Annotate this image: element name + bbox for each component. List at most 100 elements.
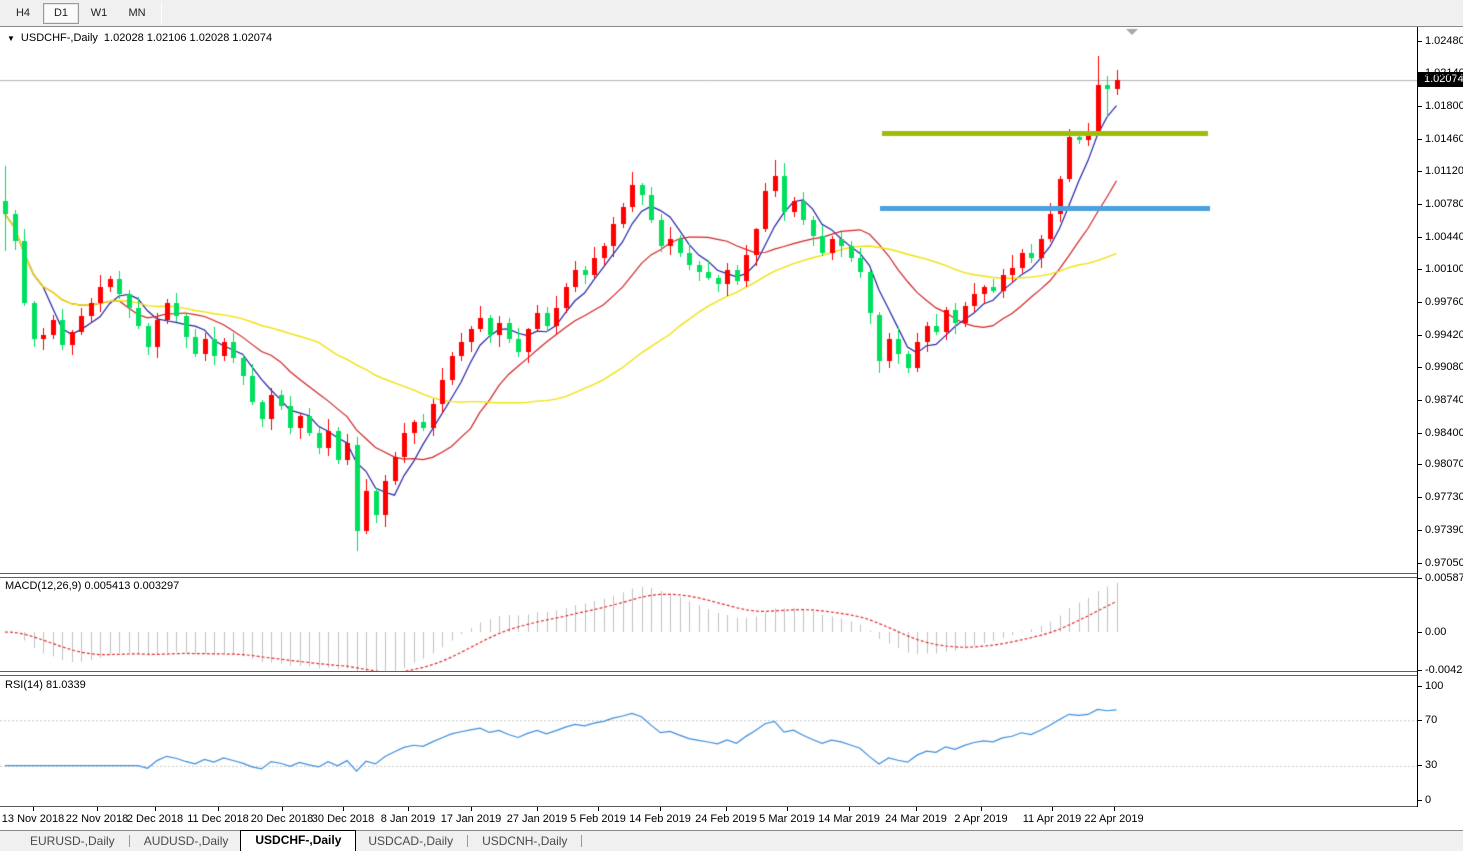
price-axis-tick bbox=[1418, 497, 1422, 498]
date-axis-label: 13 Nov 2018 bbox=[2, 813, 64, 825]
macd-axis-label: -0.004238 bbox=[1425, 664, 1463, 676]
date-axis-tick bbox=[343, 807, 344, 811]
price-axis-label: 1.01460 bbox=[1425, 133, 1463, 145]
price-axis-label: 0.98070 bbox=[1425, 458, 1463, 470]
date-axis-tick bbox=[726, 807, 727, 811]
rsi-axis-tick bbox=[1418, 800, 1422, 801]
price-axis-tick bbox=[1418, 563, 1422, 564]
price-axis[interactable]: 1.02074 1.024801.021401.018001.014601.01… bbox=[1417, 27, 1463, 807]
symbol-title: USDCHF-,Daily bbox=[21, 32, 98, 44]
date-axis-label: 5 Mar 2019 bbox=[759, 813, 815, 825]
price-axis-label: 1.01120 bbox=[1425, 165, 1463, 177]
macd-panel-canvas[interactable] bbox=[0, 578, 1417, 671]
date-axis-label: 24 Mar 2019 bbox=[885, 813, 947, 825]
price-axis-tick bbox=[1418, 73, 1422, 74]
price-axis-tick bbox=[1418, 335, 1422, 336]
date-axis-tick bbox=[787, 807, 788, 811]
date-axis-label: 27 Jan 2019 bbox=[507, 813, 568, 825]
price-axis-tick bbox=[1418, 464, 1422, 465]
price-axis-tick bbox=[1418, 139, 1422, 140]
rsi-axis-tick bbox=[1418, 765, 1422, 766]
chart-window-tabbar: EURUSD-,DailyAUDUSD-,DailyUSDCHF-,DailyU… bbox=[0, 830, 1463, 851]
date-axis-label: 11 Dec 2018 bbox=[187, 813, 249, 825]
date-axis-tick bbox=[1052, 807, 1053, 811]
date-axis-tick bbox=[598, 807, 599, 811]
window-tab-usdcnh[interactable]: USDCNH-,Daily bbox=[470, 832, 579, 851]
chevron-down-icon[interactable]: ▼ bbox=[7, 34, 15, 43]
price-axis-label: 0.98740 bbox=[1425, 394, 1463, 406]
date-axis-tick bbox=[155, 807, 156, 811]
timeframe-button-w1[interactable]: W1 bbox=[81, 3, 117, 24]
date-axis-tick bbox=[408, 807, 409, 811]
price-axis-label: 0.97390 bbox=[1425, 524, 1463, 536]
date-axis-label: 30 Dec 2018 bbox=[312, 813, 374, 825]
price-axis-label: 1.02140 bbox=[1425, 67, 1463, 79]
macd-axis-tick bbox=[1418, 632, 1422, 633]
price-axis-tick bbox=[1418, 106, 1422, 107]
price-axis-label: 1.02480 bbox=[1425, 35, 1463, 47]
price-axis-label: 0.99420 bbox=[1425, 329, 1463, 341]
mt4-chart-window: H4D1W1MN ▼ USDCHF-,Daily 1.02028 1.02106… bbox=[0, 0, 1463, 851]
date-axis-tick bbox=[660, 807, 661, 811]
tab-separator bbox=[129, 835, 130, 847]
price-axis-tick bbox=[1418, 171, 1422, 172]
macd-axis-tick bbox=[1418, 578, 1422, 579]
tab-separator bbox=[581, 835, 582, 847]
date-axis-tick bbox=[981, 807, 982, 811]
date-axis-label: 8 Jan 2019 bbox=[381, 813, 435, 825]
date-axis-tick bbox=[97, 807, 98, 811]
window-tab-eurusd[interactable]: EURUSD-,Daily bbox=[18, 832, 127, 851]
date-axis-label: 22 Nov 2018 bbox=[66, 813, 128, 825]
window-tab-usdcad[interactable]: USDCAD-,Daily bbox=[356, 832, 465, 851]
rsi-axis-label: 70 bbox=[1425, 714, 1437, 726]
price-axis-tick bbox=[1418, 302, 1422, 303]
window-tab-usdchf[interactable]: USDCHF-,Daily bbox=[240, 830, 356, 851]
chart-header: ▼ USDCHF-,Daily 1.02028 1.02106 1.02028 … bbox=[7, 32, 272, 44]
rsi-axis-label: 30 bbox=[1425, 759, 1437, 771]
price-axis-label: 0.99760 bbox=[1425, 296, 1463, 308]
price-axis-tick bbox=[1418, 204, 1422, 205]
price-axis-label: 0.97050 bbox=[1425, 557, 1463, 569]
date-axis[interactable]: 13 Nov 201822 Nov 20182 Dec 201811 Dec 2… bbox=[0, 807, 1463, 829]
date-axis-tick bbox=[1114, 807, 1115, 811]
date-axis-tick bbox=[33, 807, 34, 811]
date-axis-label: 22 Apr 2019 bbox=[1084, 813, 1143, 825]
date-axis-label: 11 Apr 2019 bbox=[1023, 813, 1082, 825]
price-axis-tick bbox=[1418, 269, 1422, 270]
timeframe-button-d1[interactable]: D1 bbox=[43, 3, 79, 24]
price-axis-tick bbox=[1418, 237, 1422, 238]
date-axis-label: 20 Dec 2018 bbox=[251, 813, 313, 825]
macd-axis-label: 0.00 bbox=[1425, 626, 1446, 638]
timeframe-button-h4[interactable]: H4 bbox=[5, 3, 41, 24]
tab-separator bbox=[467, 835, 468, 847]
price-axis-label: 0.99080 bbox=[1425, 361, 1463, 373]
date-axis-label: 14 Feb 2019 bbox=[629, 813, 691, 825]
rsi-panel-canvas[interactable] bbox=[0, 676, 1417, 806]
date-axis-label: 17 Jan 2019 bbox=[441, 813, 502, 825]
timeframe-toolbar: H4D1W1MN bbox=[0, 0, 1463, 27]
price-axis-label: 1.01800 bbox=[1425, 100, 1463, 112]
macd-indicator-label: MACD(12,26,9) 0.005413 0.003297 bbox=[5, 580, 179, 592]
date-axis-tick bbox=[537, 807, 538, 811]
price-axis-tick bbox=[1418, 530, 1422, 531]
main-chart-canvas[interactable] bbox=[0, 27, 1417, 573]
date-axis-label: 24 Feb 2019 bbox=[695, 813, 757, 825]
price-axis-label: 1.00440 bbox=[1425, 231, 1463, 243]
macd-axis-tick bbox=[1418, 670, 1422, 671]
rsi-axis-tick bbox=[1418, 720, 1422, 721]
rsi-axis-tick bbox=[1418, 686, 1422, 687]
price-axis-label: 0.98400 bbox=[1425, 427, 1463, 439]
date-axis-tick bbox=[471, 807, 472, 811]
toolbar-separator bbox=[161, 3, 162, 24]
ohlc-values: 1.02028 1.02106 1.02028 1.02074 bbox=[104, 32, 272, 44]
price-axis-tick bbox=[1418, 41, 1422, 42]
rsi-axis-label: 100 bbox=[1425, 680, 1443, 692]
date-axis-tick bbox=[218, 807, 219, 811]
date-axis-tick bbox=[916, 807, 917, 811]
price-axis-tick bbox=[1418, 433, 1422, 434]
price-axis-label: 1.00100 bbox=[1425, 263, 1463, 275]
timeframe-button-mn[interactable]: MN bbox=[119, 3, 155, 24]
window-tab-audusd[interactable]: AUDUSD-,Daily bbox=[132, 832, 241, 851]
date-axis-tick bbox=[282, 807, 283, 811]
date-axis-label: 5 Feb 2019 bbox=[570, 813, 626, 825]
